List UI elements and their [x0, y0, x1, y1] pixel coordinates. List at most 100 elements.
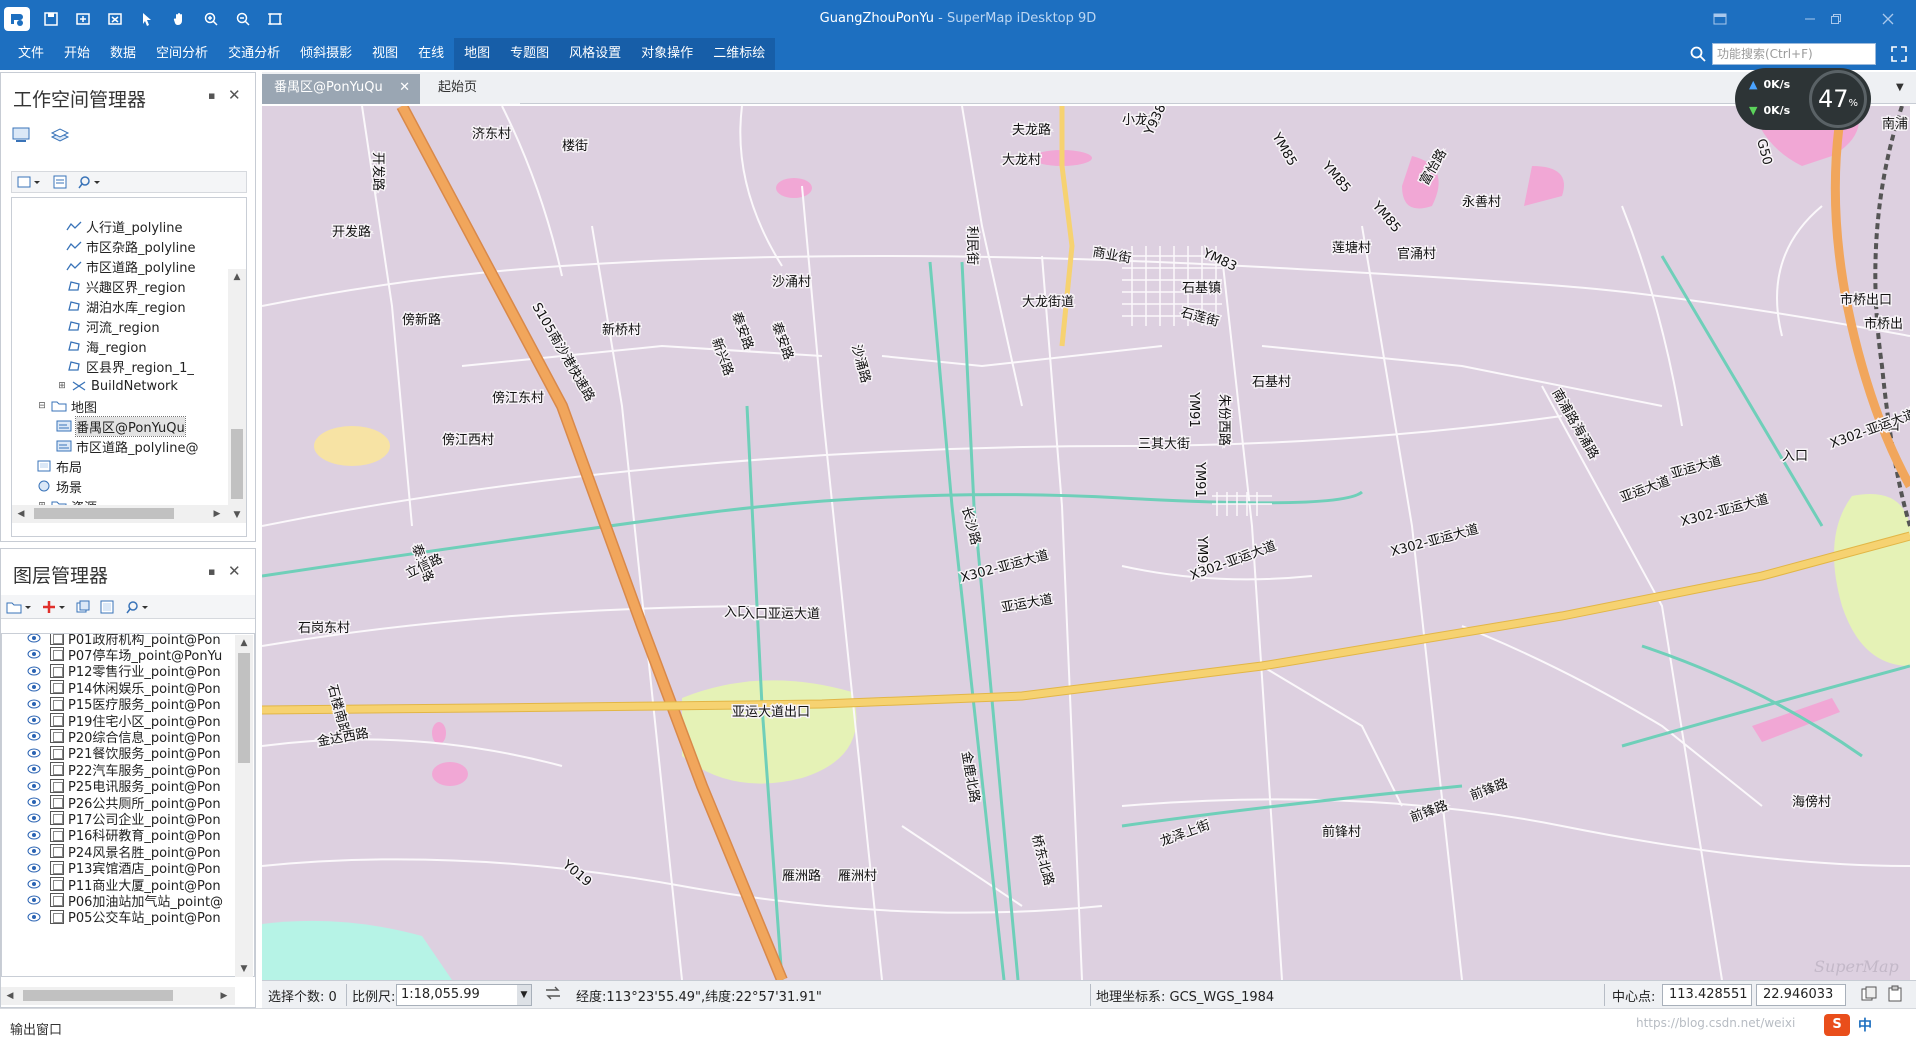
center-y-field[interactable]: 22.946033	[1756, 984, 1846, 1006]
map-canvas[interactable]: 开发路济东村楼街夫龙路小龙村大龙村Y938YM85YM85YM85G50南浦开发…	[262, 106, 1910, 980]
restore-button[interactable]	[1816, 8, 1856, 30]
scroll-up-icon[interactable]: ▲	[228, 269, 246, 285]
layer-properties-icon[interactable]	[99, 599, 115, 618]
tree-item[interactable]: 番禺区@PonYuQu	[56, 415, 186, 437]
ime-indicator[interactable]: S 中	[1824, 1014, 1872, 1036]
tree-item[interactable]: 海_region	[66, 336, 147, 356]
scroll-left-icon[interactable]: ◀	[1, 988, 19, 1004]
scroll-left-icon[interactable]: ◀	[12, 506, 30, 522]
ribbon-display-button[interactable]	[1700, 8, 1740, 30]
copy-layer-icon[interactable]	[75, 599, 91, 618]
eye-icon[interactable]	[24, 781, 44, 791]
swap-coordinates-icon[interactable]	[544, 984, 562, 1006]
scroll-right-icon[interactable]: ▶	[215, 988, 233, 1004]
eye-icon[interactable]	[24, 699, 44, 709]
eye-icon[interactable]	[24, 813, 44, 823]
menu-item[interactable]: 二维标绘	[703, 38, 776, 70]
menu-item[interactable]: 开始	[54, 38, 100, 70]
expand-toggle-icon[interactable]: ⊞	[56, 380, 68, 392]
menu-item[interactable]: 文件	[0, 38, 54, 70]
menu-item[interactable]: 空间分析	[146, 38, 218, 70]
panel-close-icon[interactable]: ✕	[228, 86, 241, 104]
eye-icon[interactable]	[24, 649, 44, 659]
workspace-vertical-scrollbar[interactable]: ▲ ▼	[228, 269, 246, 523]
eye-icon[interactable]	[24, 846, 44, 856]
tree-item[interactable]: 市区道路_polyline@	[56, 436, 198, 456]
add-layer-dropdown-icon[interactable]	[41, 599, 69, 618]
function-search-input[interactable]: 功能搜索(Ctrl+F)	[1712, 43, 1876, 65]
workspace-horizontal-scrollbar[interactable]: ◀ ▶	[12, 505, 228, 523]
menu-item[interactable]: 地图	[454, 38, 501, 70]
eye-icon[interactable]	[24, 634, 44, 643]
scroll-down-icon[interactable]: ▼	[228, 507, 246, 523]
menu-item[interactable]: 视图	[362, 38, 408, 70]
scroll-thumb[interactable]	[231, 429, 243, 499]
tree-item[interactable]: 人行道_polyline	[66, 216, 182, 236]
tab-list-dropdown-icon[interactable]: ▼	[1896, 82, 1904, 93]
eye-icon[interactable]	[24, 830, 44, 840]
network-speed-widget[interactable]: ▲ 0K/s ▼ 0K/s 47%	[1735, 68, 1871, 130]
tab-map-panyu[interactable]: 番禺区@PonYuQu ✕	[262, 74, 420, 104]
map-view[interactable]: 开发路 济东村 楼街 夫龙路 小龙村 大龙村 Y938 YM85 YM85 YM85 G50 南浦 开发…	[262, 106, 1910, 980]
menu-item[interactable]: 倾斜摄影	[290, 38, 362, 70]
find-dropdown-icon[interactable]	[78, 174, 104, 193]
eye-icon[interactable]	[24, 715, 44, 725]
menu-item[interactable]: 在线	[408, 38, 454, 70]
fullscreen-icon[interactable]	[1890, 45, 1908, 63]
eye-icon[interactable]	[24, 797, 44, 807]
eye-icon[interactable]	[24, 731, 44, 741]
scroll-thumb[interactable]	[238, 653, 250, 763]
find-layer-dropdown-icon[interactable]	[125, 599, 153, 618]
menu-item[interactable]: 风格设置	[559, 38, 632, 70]
eye-icon[interactable]	[24, 912, 44, 922]
menu-item[interactable]: 数据	[100, 38, 146, 70]
copy-coordinates-icon[interactable]	[1860, 985, 1878, 1007]
eye-icon[interactable]	[24, 764, 44, 774]
tree-item[interactable]: 河流_region	[66, 316, 160, 336]
open-dropdown-icon[interactable]	[16, 174, 42, 193]
eye-icon[interactable]	[24, 863, 44, 873]
menu-item[interactable]: 交通分析	[218, 38, 290, 70]
tree-item[interactable]: 市区杂路_polyline	[66, 236, 195, 256]
expand-toggle-icon[interactable]: ⊟	[36, 400, 48, 412]
eye-icon[interactable]	[24, 682, 44, 692]
tree-item[interactable]: 兴趣区界_region	[66, 276, 186, 296]
add-dataset-dropdown-icon[interactable]	[5, 599, 33, 618]
layer-horizontal-scrollbar[interactable]: ◀ ▶	[1, 987, 235, 1005]
layer-vertical-scrollbar[interactable]: ▲ ▼	[235, 635, 253, 977]
scroll-thumb[interactable]	[23, 990, 173, 1001]
center-x-field[interactable]: 113.428551	[1662, 984, 1752, 1006]
scroll-right-icon[interactable]: ▶	[208, 506, 226, 522]
tree-item[interactable]: ⊞ BuildNetwork	[56, 376, 178, 396]
tree-item[interactable]: 场景	[36, 476, 82, 496]
tree-item[interactable]: 布局	[36, 456, 82, 476]
search-icon[interactable]	[1689, 45, 1707, 63]
eye-icon[interactable]	[24, 879, 44, 889]
eye-icon[interactable]	[24, 666, 44, 676]
output-window-tab[interactable]: 输出窗口	[10, 1019, 62, 1038]
tab-start-page[interactable]: 起始页	[420, 74, 520, 104]
workspace-tab-icon[interactable]	[11, 125, 33, 148]
paste-coordinates-icon[interactable]	[1886, 985, 1904, 1007]
sogou-ime-icon[interactable]: S	[1824, 1014, 1850, 1036]
menu-item[interactable]: 专题图	[500, 38, 560, 70]
scroll-down-icon[interactable]: ▼	[235, 961, 253, 977]
layer-item[interactable]: P05公交车站_point@Pon	[2, 907, 221, 927]
menu-item[interactable]: 对象操作	[631, 38, 704, 70]
panel-close-icon[interactable]: ✕	[228, 562, 241, 580]
tree-item[interactable]: ⊟ 地图	[36, 396, 97, 416]
eye-icon[interactable]	[24, 895, 44, 905]
pin-icon[interactable]: ▪	[208, 89, 215, 102]
layers-tab-icon[interactable]	[49, 125, 71, 148]
scale-combobox[interactable]: 1:18,055.99 ▼	[396, 984, 532, 1006]
ime-language[interactable]: 中	[1858, 1015, 1872, 1035]
tree-item[interactable]: 湖泊水库_region	[66, 296, 186, 316]
scroll-thumb[interactable]	[34, 508, 174, 519]
tree-item[interactable]: 市区道路_polyline	[66, 256, 195, 276]
tab-close-icon[interactable]: ✕	[399, 74, 410, 102]
tree-item[interactable]: 区县界_region_1_	[66, 356, 194, 376]
pin-icon[interactable]: ▪	[208, 565, 215, 578]
scroll-up-icon[interactable]: ▲	[235, 635, 253, 651]
close-window-button[interactable]	[1868, 8, 1908, 30]
chevron-down-icon[interactable]: ▼	[517, 985, 531, 1005]
